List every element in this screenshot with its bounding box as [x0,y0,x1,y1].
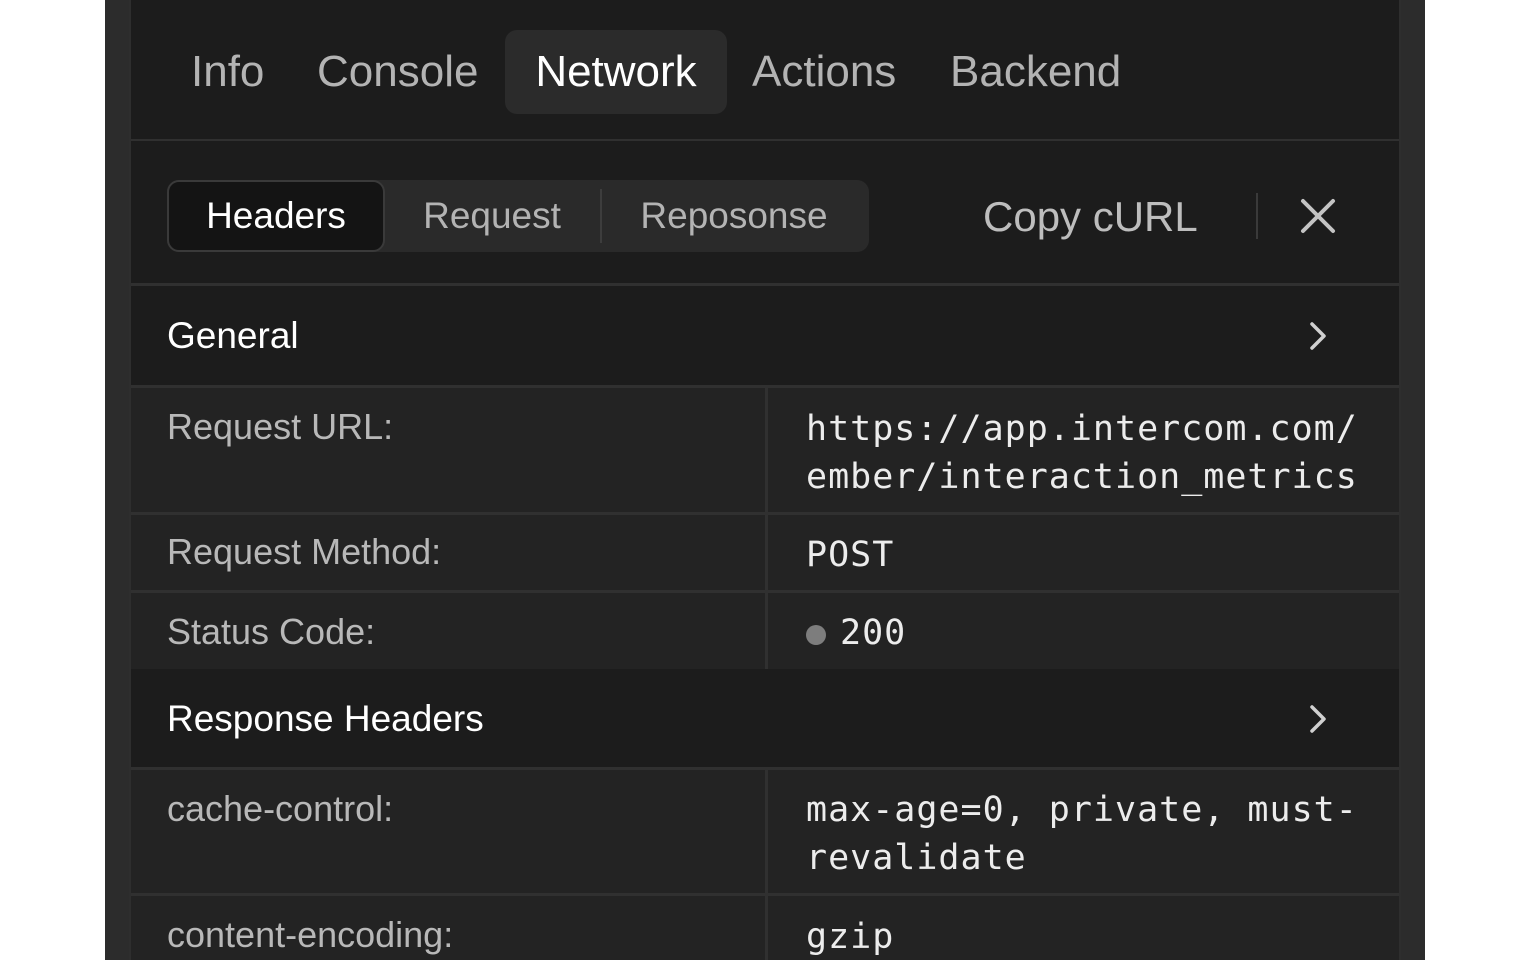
header-value: https://app.intercom.com/ ember/interact… [806,409,1358,497]
status-dot-icon [806,625,826,645]
network-toolbar: Headers Request Reposonse Copy cURL [131,143,1399,286]
header-key: Request Method: [167,531,442,572]
main-tab-bar: Info Console Network Actions Backend [131,0,1399,141]
toolbar-divider [1256,193,1258,239]
subtab-headers[interactable]: Headers [167,180,385,252]
response-row-content-encoding: content-encoding: gzip [131,893,1399,960]
chevron-right-icon [1310,322,1326,350]
general-row-request-url: Request URL: https://app.intercom.com/ e… [131,385,1399,512]
response-headers-section-header[interactable]: Response Headers [131,670,1399,768]
column-divider [765,593,768,669]
close-button[interactable] [1297,195,1339,237]
subtab-response[interactable]: Reposonse [603,180,865,252]
response-headers-section-title: Response Headers [167,698,484,739]
general-row-request-method: Request Method: POST [131,512,1399,590]
tab-backend[interactable]: Backend [950,30,1121,114]
general-row-status-code: Status Code: 200 [131,590,1399,669]
network-devtools-panel: Info Console Network Actions Backend Hea… [129,0,1401,960]
header-value: max-age=0, private, must- revalidate [806,790,1358,878]
general-section-title: General [167,315,299,356]
close-icon [1301,199,1335,233]
subtab-request[interactable]: Request [385,180,599,252]
status-code: 200 [840,613,907,653]
header-value: POST [806,535,895,575]
general-section-header[interactable]: General [131,287,1399,385]
header-key: Request URL: [167,406,394,447]
status-value: 200 [806,609,1366,657]
header-key: content-encoding: [167,914,454,955]
tab-actions[interactable]: Actions [752,30,896,114]
column-divider [765,770,768,893]
tab-console[interactable]: Console [317,30,478,114]
copy-curl-button[interactable]: Copy cURL [983,187,1198,247]
column-divider [765,388,768,512]
tab-network[interactable]: Network [505,30,727,114]
column-divider [765,515,768,590]
column-divider [765,896,768,960]
header-key: cache-control: [167,788,394,829]
header-key: Status Code: [167,611,376,652]
response-row-cache-control: cache-control: max-age=0, private, must-… [131,767,1399,893]
chevron-right-icon [1310,705,1326,733]
header-value: gzip [806,917,895,957]
segment-divider [600,189,602,243]
segmented-control: Headers Request Reposonse [167,180,869,252]
tab-info[interactable]: Info [191,30,264,114]
